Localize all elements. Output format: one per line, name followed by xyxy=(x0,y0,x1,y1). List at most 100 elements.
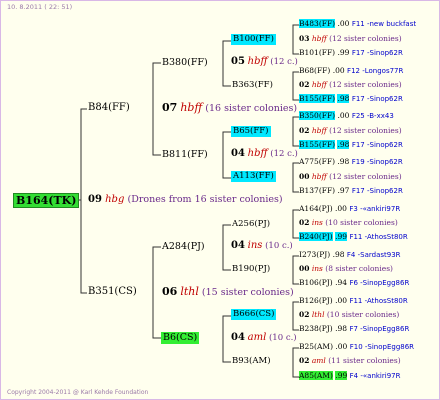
g5-year: 00 xyxy=(299,172,310,181)
g5-code: hbff xyxy=(311,80,327,89)
g4-code: hbff xyxy=(247,56,268,67)
timestamp: 10. 8.2011 ( 22: 51) xyxy=(7,3,73,11)
g5-entry[interactable]: I273(PJ) .98 F4 -Sardast93R xyxy=(299,251,401,259)
g5-entry[interactable]: B25(AM) .00 F10 -SinopEgg86R xyxy=(299,343,414,351)
g3-code: hbff xyxy=(180,101,203,114)
g5-name: B25(AM) xyxy=(299,342,334,351)
g5-year: .98 xyxy=(335,324,348,333)
g5-name: B126(PJ) xyxy=(299,296,333,305)
g5-origin: F4 -Sardast93R xyxy=(346,251,401,259)
g4-node[interactable]: B666(CS) xyxy=(231,309,277,320)
g5-entry[interactable]: B483(FF) .00 F11 -new buckfast xyxy=(299,19,417,28)
g5-year: 02 xyxy=(299,126,310,135)
g5-origin: F11 -AthosSt80R xyxy=(349,297,408,305)
g5-year: .99 xyxy=(337,48,350,57)
g5-note: (10 sister colonies) xyxy=(325,218,398,227)
g3-node[interactable]: B6(CS) xyxy=(161,332,200,344)
g5-name: B137(FF) xyxy=(299,186,336,195)
g3-note: (15 sister colonies) xyxy=(201,287,294,298)
g5-entry: 02 hbff (12 sister colonies) xyxy=(299,127,402,135)
g3-node[interactable]: B811(FF) xyxy=(162,150,208,160)
g4-note: (10 c.) xyxy=(265,241,293,251)
g5-year: 02 xyxy=(299,218,310,227)
g4-node[interactable]: B65(FF) xyxy=(231,126,271,137)
g5-origin: F17 -Sinop62R xyxy=(351,49,403,57)
g5-year: 02 xyxy=(299,310,310,319)
g5-year: .97 xyxy=(337,186,350,195)
g5-entry[interactable]: B240(PJ) .99 F11 -AthosSt80R xyxy=(299,232,408,241)
g5-code: aml xyxy=(311,356,326,365)
g5-code: hbff xyxy=(311,126,327,135)
g5-entry[interactable]: A775(FF) .98 F19 -Sinop62R xyxy=(299,158,403,166)
g3-node[interactable]: A284(PJ) xyxy=(162,242,205,252)
g2-node[interactable]: B351(CS) xyxy=(88,287,137,297)
g5-origin: F17 -Sinop62R xyxy=(351,95,403,103)
g5-name: B483(FF) xyxy=(299,19,336,28)
root-node[interactable]: B164(TK) xyxy=(13,193,80,208)
g5-entry: 00 hbff (12 sister colonies) xyxy=(299,173,402,181)
g5-year: .00 xyxy=(335,204,347,213)
g5-entry[interactable]: B126(PJ) .00 F11 -AthosSt80R xyxy=(299,297,408,305)
g4-note: (12 c.) xyxy=(270,149,298,159)
g5-entry[interactable]: B101(FF) .99 F17 -Sinop62R xyxy=(299,49,403,57)
pedigree-tree: 10. 8.2011 ( 22: 51) Copyright 2004-2011… xyxy=(0,0,440,400)
g3-node[interactable]: B380(FF) xyxy=(162,58,208,68)
g4-note: (12 c.) xyxy=(270,57,298,67)
g2-node[interactable]: B84(FF) xyxy=(88,103,130,113)
g5-entry[interactable]: B350(FF) .00 F25 -B-xx43 xyxy=(299,111,394,120)
g5-origin: F11 -AthosSt80R xyxy=(349,233,408,241)
g5-year: 02 xyxy=(299,80,310,89)
g5-year: 02 xyxy=(299,356,310,365)
g4-info: 04 ins (10 c.) xyxy=(231,241,293,251)
g5-year: .94 xyxy=(335,278,348,287)
g5-entry: 02 ins (10 sister colonies) xyxy=(299,219,398,227)
g5-origin: F10 -SinopEgg86R xyxy=(349,343,415,351)
g5-origin: F19 -Sinop62R xyxy=(351,158,403,166)
g2-note: (Drones from 16 sister colonies) xyxy=(127,194,283,205)
g5-code: hbff xyxy=(311,34,327,43)
g4-info: 04 hbff (12 c.) xyxy=(231,149,298,159)
g4-node[interactable]: B93(AM) xyxy=(232,357,271,366)
g5-origin: F6 -SinopEgg86R xyxy=(349,279,410,287)
g5-entry[interactable]: B106(PJ) .94 F6 -SinopEgg86R xyxy=(299,279,409,287)
g5-entry: 02 hbff (12 sister colonies) xyxy=(299,81,402,89)
g2-info: 09 hbg (Drones from 16 sister colonies) xyxy=(88,195,283,205)
g5-code: lthl xyxy=(311,310,325,319)
g5-entry[interactable]: B238(PJ) .98 F7 -SinopEgg86R xyxy=(299,325,409,333)
g5-entry[interactable]: B68(FF) .00 F12 -Longos77R xyxy=(299,67,403,75)
g5-year: .00 xyxy=(337,111,350,120)
g4-node[interactable]: A256(PJ) xyxy=(232,220,270,229)
g4-node[interactable]: A113(FF) xyxy=(231,171,276,182)
g4-code: aml xyxy=(247,332,267,343)
g3-year: 07 xyxy=(162,101,178,114)
g5-name: B101(FF) xyxy=(299,48,336,57)
g5-entry[interactable]: B155(FF) .98 F17 -Sinop62R xyxy=(299,140,403,149)
g5-name: A164(PJ) xyxy=(299,204,333,213)
g4-note: (10 c.) xyxy=(268,333,297,343)
g5-year: .99 xyxy=(335,232,348,241)
g4-node[interactable]: B190(PJ) xyxy=(232,265,270,274)
g5-origin: F11 -new buckfast xyxy=(351,20,417,28)
g5-entry: 00 ins (8 sister colonies) xyxy=(299,265,393,273)
g5-note: (12 sister colonies) xyxy=(329,34,402,43)
g4-year: 04 xyxy=(231,332,245,343)
g5-year: .98 xyxy=(337,94,350,103)
g5-origin: F7 -SinopEgg86R xyxy=(349,325,410,333)
g4-info: 05 hbff (12 c.) xyxy=(231,57,298,67)
g4-node[interactable]: B363(FF) xyxy=(232,81,273,90)
g5-origin: F25 -B-xx43 xyxy=(351,112,394,120)
g5-year: .98 xyxy=(337,140,350,149)
g4-info: 04 aml (10 c.) xyxy=(231,333,297,343)
g4-year: 04 xyxy=(231,240,245,251)
g5-note: (11 sister colonies) xyxy=(328,356,401,365)
g5-name: B68(FF) xyxy=(299,66,331,75)
g5-name: B240(PJ) xyxy=(299,232,333,241)
g4-node[interactable]: B100(FF) xyxy=(231,34,276,45)
g5-entry[interactable]: A85(AM) .99 F4 -«ankiri97R xyxy=(299,371,400,380)
g5-entry[interactable]: B137(FF) .97 F17 -Sinop62R xyxy=(299,187,403,195)
copyright: Copyright 2004-2011 @ Karl Kehde Foundat… xyxy=(7,389,149,396)
g3-note: (16 sister colonies) xyxy=(205,103,298,114)
g5-entry[interactable]: B155(FF) .98 F17 -Sinop62R xyxy=(299,94,403,103)
g4-code: hbff xyxy=(247,148,268,159)
g5-entry[interactable]: A164(PJ) .00 F3 -«ankiri97R xyxy=(299,205,400,213)
